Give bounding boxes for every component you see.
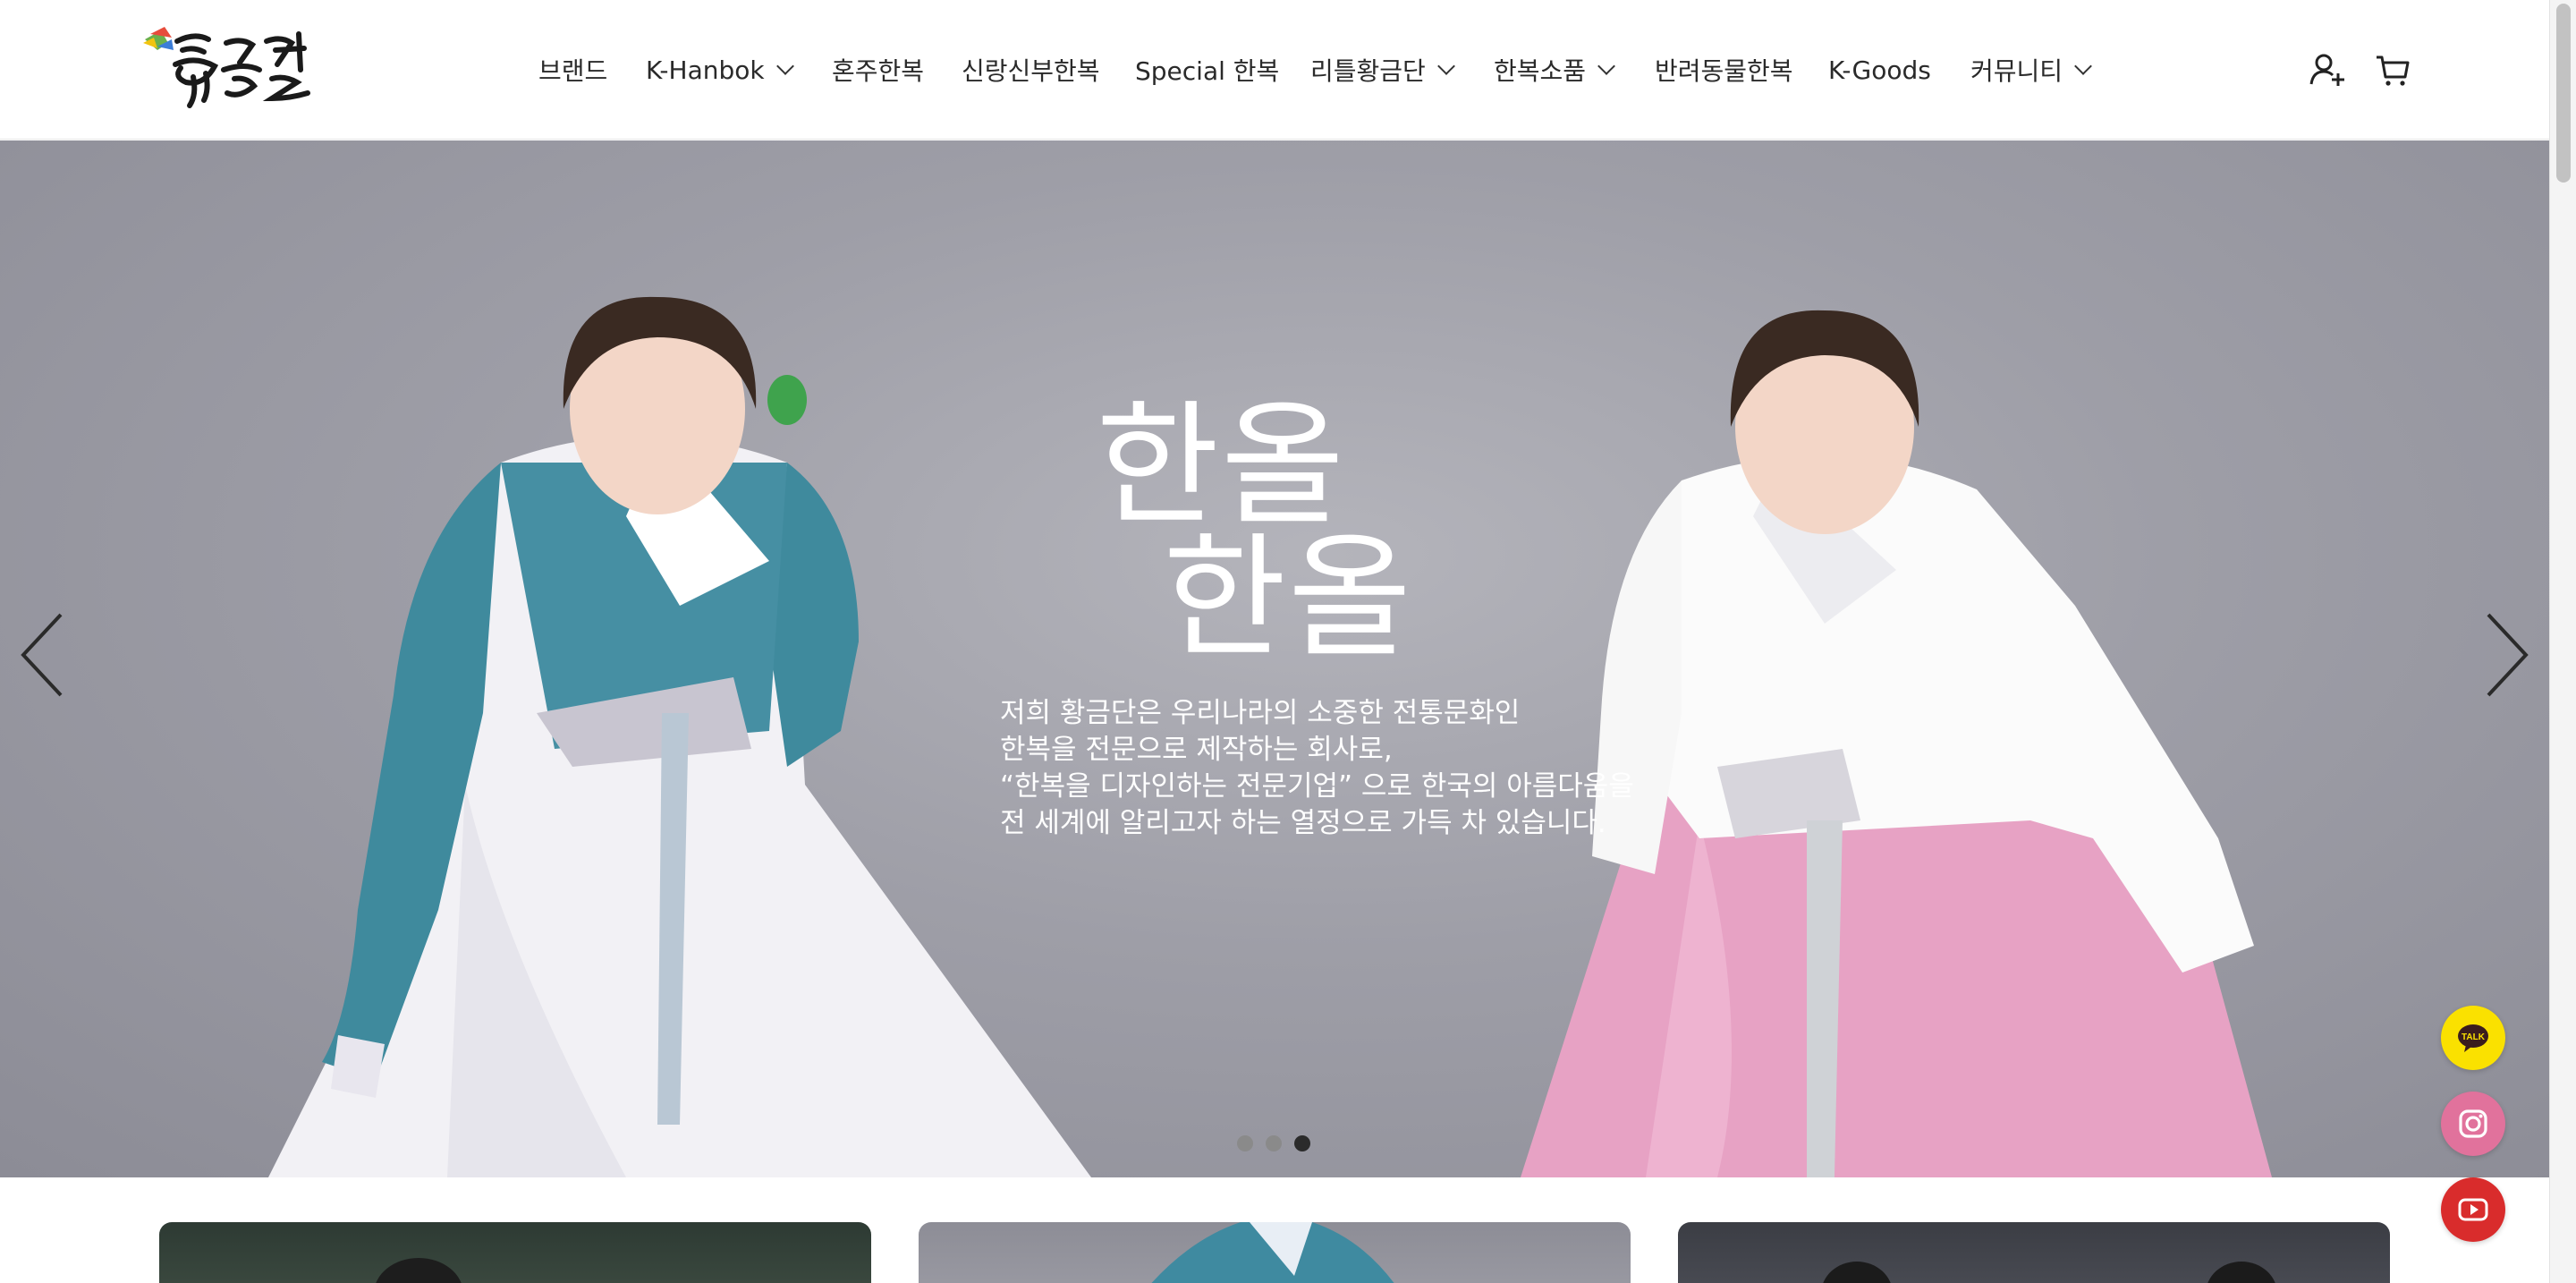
category-card-image xyxy=(376,1258,462,1283)
nav-pet-hanbok[interactable]: 반려동물한복 xyxy=(1655,50,1793,89)
nav-hanbok-accessories[interactable]: 한복소품 xyxy=(1494,50,1615,89)
nav-bride-groom-hanbok[interactable]: 신랑신부한복 xyxy=(962,50,1100,89)
kakao-talk-icon: TALK xyxy=(2458,1024,2488,1052)
youtube-button[interactable] xyxy=(2441,1177,2505,1242)
page-scrollbar[interactable] xyxy=(2549,0,2576,1283)
hero-description-line: 한복을 전문으로 제작하는 회사로, xyxy=(1000,734,1393,766)
chevron-down-icon xyxy=(775,57,794,75)
hero-title: 한올 한올 xyxy=(1096,399,1414,676)
nav-special-hanbok[interactable]: Special 한복 xyxy=(1135,50,1279,89)
hero-description-line: 저희 황금단은 우리나라의 소중한 전통문화인 xyxy=(1000,697,1521,729)
hero-slider: 한올 한올 저희 황금단은 우리나라의 소중한 전통문화인 한복을 전문으로 제… xyxy=(0,140,2549,1177)
category-card-image xyxy=(1823,1262,2275,1283)
hero-description: 저희 황금단은 우리나라의 소중한 전통문화인 한복을 전문으로 제작하는 회사… xyxy=(1000,695,1634,842)
model-left-figure xyxy=(268,296,1091,1177)
category-card-image xyxy=(1151,1222,1394,1283)
page: 브랜드 K-Hanbok 혼주한복 신랑신부한복 Special 한복 리틀황금… xyxy=(0,0,2576,1283)
category-card[interactable] xyxy=(919,1222,1631,1283)
nav-k-hanbok[interactable]: K-Hanbok xyxy=(646,50,794,89)
nav-k-goods[interactable]: K-Goods xyxy=(1828,50,1931,89)
instagram-button[interactable] xyxy=(2441,1092,2505,1156)
nav-honju-hanbok[interactable]: 혼주한복 xyxy=(832,50,924,89)
cart-icon[interactable] xyxy=(2375,52,2411,88)
user-add-icon[interactable] xyxy=(2309,52,2345,88)
slide-dot-active[interactable] xyxy=(1294,1135,1310,1151)
hero-title-line2: 한올 xyxy=(1163,521,1414,676)
chevron-down-icon xyxy=(2074,57,2092,75)
model-right-figure xyxy=(1521,310,2272,1177)
hero-description-line: 전 세계에 알리고자 하는 열정으로 가득 차 있습니다. xyxy=(1000,807,1606,839)
chevron-down-icon xyxy=(1597,57,1615,75)
slide-dot[interactable] xyxy=(1237,1135,1253,1151)
nav-little-hwanggeumdan[interactable]: 리틀황금단 xyxy=(1310,50,1455,89)
main-nav: 브랜드 K-Hanbok 혼주한복 신랑신부한복 Special 한복 리틀황금… xyxy=(0,0,2549,140)
site-header: 브랜드 K-Hanbok 혼주한복 신랑신부한복 Special 한복 리틀황금… xyxy=(0,0,2549,140)
nav-brand[interactable]: 브랜드 xyxy=(538,50,607,89)
kakao-talk-button[interactable]: TALK xyxy=(2441,1006,2505,1070)
nav-community[interactable]: 커뮤니티 xyxy=(1970,50,2092,89)
slide-dot[interactable] xyxy=(1266,1135,1282,1151)
prev-slide-arrow-icon[interactable] xyxy=(11,597,73,713)
instagram-icon xyxy=(2459,1109,2487,1138)
chevron-down-icon xyxy=(1436,57,1455,75)
slider-pagination xyxy=(1237,1135,1310,1151)
scrollbar-thumb[interactable] xyxy=(2556,4,2571,183)
youtube-icon xyxy=(2458,1198,2488,1221)
hero-description-line: “한복을 디자인하는 전문기업” 으로 한국의 아름다움을 xyxy=(1000,770,1634,803)
category-card[interactable] xyxy=(159,1222,871,1283)
category-card[interactable] xyxy=(1678,1222,2390,1283)
svg-text:TALK: TALK xyxy=(2462,1032,2486,1042)
next-slide-arrow-icon[interactable] xyxy=(2476,597,2538,713)
